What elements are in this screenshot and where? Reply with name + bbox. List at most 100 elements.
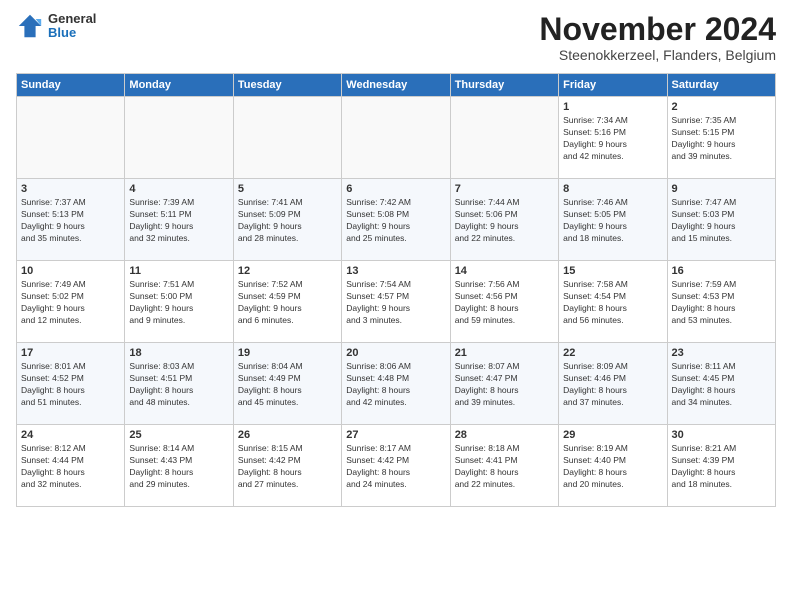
day-number: 9 xyxy=(672,183,771,195)
day-info: Sunrise: 8:09 AM Sunset: 4:46 PM Dayligh… xyxy=(563,361,662,409)
calendar-cell: 17Sunrise: 8:01 AM Sunset: 4:52 PM Dayli… xyxy=(17,343,125,425)
calendar-cell: 23Sunrise: 8:11 AM Sunset: 4:45 PM Dayli… xyxy=(667,343,775,425)
calendar-cell: 6 Sunrise: 7:42 AM Sunset: 5:08 PM Daylig… xyxy=(342,179,450,261)
calendar-cell: 27 Sunrise: 8:17 AM Sunset: 4:42 PM Dayli… xyxy=(342,425,450,507)
calendar-week-2: 3Sunrise: 7:37 AM Sunset: 5:13 PM Daylig… xyxy=(17,179,776,261)
calendar-cell xyxy=(17,97,125,179)
calendar-cell: 21 Sunrise: 8:07 AM Sunset: 4:47 PM Dayli… xyxy=(450,343,558,425)
calendar-cell xyxy=(450,97,558,179)
calendar-cell: 24 Sunrise: 8:12 AM Sunset: 4:44 PM Dayli… xyxy=(17,425,125,507)
day-number: 20 xyxy=(346,347,445,359)
title-area: November 2024 Steenokkerzeel, Flanders, … xyxy=(539,12,776,63)
day-number: 24 xyxy=(21,429,120,441)
logo: General Blue xyxy=(16,12,96,41)
logo-general: General xyxy=(48,12,96,26)
day-info: Sunrise: 8:14 AM Sunset: 4:43 PM Dayligh… xyxy=(129,443,228,491)
header: General Blue November 2024 Steenokkerzee… xyxy=(16,12,776,63)
day-number: 27 xyxy=(346,429,445,441)
day-number: 23 xyxy=(672,347,771,359)
calendar-week-1: 1Sunrise: 7:34 AM Sunset: 5:16 PM Daylig… xyxy=(17,97,776,179)
day-info: Sunrise: 7:47 AM Sunset: 5:03 PM Dayligh… xyxy=(672,197,771,245)
weekday-header-saturday: Saturday xyxy=(667,74,775,97)
day-info: Sunrise: 7:44 AM Sunset: 5:06 PM Dayligh… xyxy=(455,197,554,245)
calendar-cell: 25 Sunrise: 8:14 AM Sunset: 4:43 PM Dayli… xyxy=(125,425,233,507)
day-number: 12 xyxy=(238,265,337,277)
weekday-header-thursday: Thursday xyxy=(450,74,558,97)
day-number: 10 xyxy=(21,265,120,277)
calendar-cell: 28Sunrise: 8:18 AM Sunset: 4:41 PM Dayli… xyxy=(450,425,558,507)
day-number: 8 xyxy=(563,183,662,195)
day-number: 5 xyxy=(238,183,337,195)
calendar-cell: 26 Sunrise: 8:15 AM Sunset: 4:42 PM Dayli… xyxy=(233,425,341,507)
day-number: 30 xyxy=(672,429,771,441)
day-info: Sunrise: 7:35 AM Sunset: 5:15 PM Dayligh… xyxy=(672,115,771,163)
day-info: Sunrise: 7:34 AM Sunset: 5:16 PM Dayligh… xyxy=(563,115,662,163)
calendar-cell: 15Sunrise: 7:58 AM Sunset: 4:54 PM Dayli… xyxy=(559,261,667,343)
day-number: 6 xyxy=(346,183,445,195)
day-info: Sunrise: 7:58 AM Sunset: 4:54 PM Dayligh… xyxy=(563,279,662,327)
calendar-cell: 22Sunrise: 8:09 AM Sunset: 4:46 PM Dayli… xyxy=(559,343,667,425)
weekday-header-friday: Friday xyxy=(559,74,667,97)
day-info: Sunrise: 7:49 AM Sunset: 5:02 PM Dayligh… xyxy=(21,279,120,327)
day-info: Sunrise: 7:56 AM Sunset: 4:56 PM Dayligh… xyxy=(455,279,554,327)
day-number: 16 xyxy=(672,265,771,277)
month-title: November 2024 xyxy=(539,12,776,47)
day-number: 18 xyxy=(129,347,228,359)
weekday-header-sunday: Sunday xyxy=(17,74,125,97)
day-number: 2 xyxy=(672,101,771,113)
day-number: 25 xyxy=(129,429,228,441)
calendar: SundayMondayTuesdayWednesdayThursdayFrid… xyxy=(16,73,776,507)
calendar-week-4: 17Sunrise: 8:01 AM Sunset: 4:52 PM Dayli… xyxy=(17,343,776,425)
calendar-cell: 30 Sunrise: 8:21 AM Sunset: 4:39 PM Dayli… xyxy=(667,425,775,507)
day-info: Sunrise: 8:17 AM Sunset: 4:42 PM Dayligh… xyxy=(346,443,445,491)
calendar-cell xyxy=(125,97,233,179)
calendar-cell xyxy=(233,97,341,179)
day-info: Sunrise: 7:42 AM Sunset: 5:08 PM Dayligh… xyxy=(346,197,445,245)
weekday-header-monday: Monday xyxy=(125,74,233,97)
day-info: Sunrise: 8:19 AM Sunset: 4:40 PM Dayligh… xyxy=(563,443,662,491)
logo-text: General Blue xyxy=(48,12,96,41)
calendar-cell: 3Sunrise: 7:37 AM Sunset: 5:13 PM Daylig… xyxy=(17,179,125,261)
day-info: Sunrise: 7:51 AM Sunset: 5:00 PM Dayligh… xyxy=(129,279,228,327)
calendar-cell: 1Sunrise: 7:34 AM Sunset: 5:16 PM Daylig… xyxy=(559,97,667,179)
day-info: Sunrise: 7:46 AM Sunset: 5:05 PM Dayligh… xyxy=(563,197,662,245)
weekday-header-tuesday: Tuesday xyxy=(233,74,341,97)
calendar-cell: 20Sunrise: 8:06 AM Sunset: 4:48 PM Dayli… xyxy=(342,343,450,425)
logo-icon xyxy=(16,12,44,40)
calendar-cell: 11 Sunrise: 7:51 AM Sunset: 5:00 PM Dayli… xyxy=(125,261,233,343)
day-number: 21 xyxy=(455,347,554,359)
day-info: Sunrise: 7:54 AM Sunset: 4:57 PM Dayligh… xyxy=(346,279,445,327)
day-info: Sunrise: 8:12 AM Sunset: 4:44 PM Dayligh… xyxy=(21,443,120,491)
day-number: 14 xyxy=(455,265,554,277)
calendar-cell: 2 Sunrise: 7:35 AM Sunset: 5:15 PM Daylig… xyxy=(667,97,775,179)
day-info: Sunrise: 7:39 AM Sunset: 5:11 PM Dayligh… xyxy=(129,197,228,245)
day-number: 13 xyxy=(346,265,445,277)
day-info: Sunrise: 7:59 AM Sunset: 4:53 PM Dayligh… xyxy=(672,279,771,327)
calendar-cell: 7 Sunrise: 7:44 AM Sunset: 5:06 PM Daylig… xyxy=(450,179,558,261)
day-info: Sunrise: 8:21 AM Sunset: 4:39 PM Dayligh… xyxy=(672,443,771,491)
day-info: Sunrise: 7:41 AM Sunset: 5:09 PM Dayligh… xyxy=(238,197,337,245)
calendar-cell: 10 Sunrise: 7:49 AM Sunset: 5:02 PM Dayli… xyxy=(17,261,125,343)
day-number: 4 xyxy=(129,183,228,195)
day-info: Sunrise: 8:03 AM Sunset: 4:51 PM Dayligh… xyxy=(129,361,228,409)
day-number: 26 xyxy=(238,429,337,441)
calendar-cell: 16 Sunrise: 7:59 AM Sunset: 4:53 PM Dayli… xyxy=(667,261,775,343)
calendar-cell: 19Sunrise: 8:04 AM Sunset: 4:49 PM Dayli… xyxy=(233,343,341,425)
day-info: Sunrise: 8:15 AM Sunset: 4:42 PM Dayligh… xyxy=(238,443,337,491)
calendar-cell: 9 Sunrise: 7:47 AM Sunset: 5:03 PM Daylig… xyxy=(667,179,775,261)
day-number: 11 xyxy=(129,265,228,277)
day-info: Sunrise: 8:07 AM Sunset: 4:47 PM Dayligh… xyxy=(455,361,554,409)
calendar-cell: 5 Sunrise: 7:41 AM Sunset: 5:09 PM Daylig… xyxy=(233,179,341,261)
calendar-week-5: 24 Sunrise: 8:12 AM Sunset: 4:44 PM Dayli… xyxy=(17,425,776,507)
page: General Blue November 2024 Steenokkerzee… xyxy=(0,0,792,612)
day-number: 17 xyxy=(21,347,120,359)
day-number: 7 xyxy=(455,183,554,195)
logo-blue: Blue xyxy=(48,26,96,40)
calendar-week-3: 10 Sunrise: 7:49 AM Sunset: 5:02 PM Dayli… xyxy=(17,261,776,343)
calendar-cell: 8 Sunrise: 7:46 AM Sunset: 5:05 PM Daylig… xyxy=(559,179,667,261)
day-number: 3 xyxy=(21,183,120,195)
day-number: 28 xyxy=(455,429,554,441)
calendar-cell: 14 Sunrise: 7:56 AM Sunset: 4:56 PM Dayli… xyxy=(450,261,558,343)
calendar-cell: 13 Sunrise: 7:54 AM Sunset: 4:57 PM Dayli… xyxy=(342,261,450,343)
day-info: Sunrise: 7:52 AM Sunset: 4:59 PM Dayligh… xyxy=(238,279,337,327)
